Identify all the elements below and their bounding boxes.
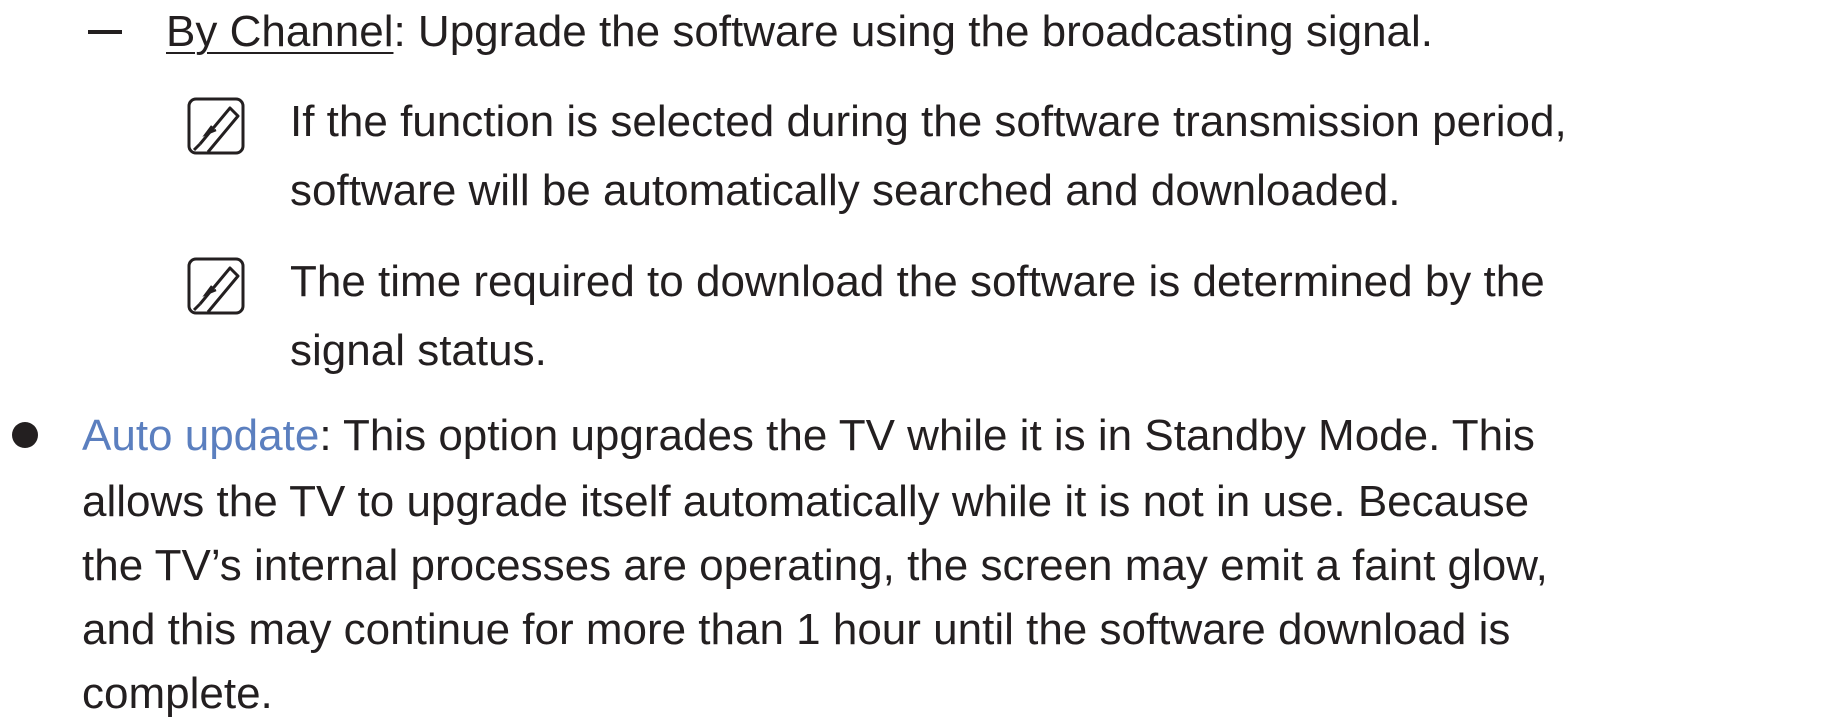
by-channel-term: By Channel: [166, 7, 394, 56]
note-icon: [187, 257, 245, 315]
note-2-line-2: signal status.: [290, 326, 547, 375]
auto-update-line-3: the TV’s internal processes are operatin…: [82, 541, 1548, 590]
by-channel-text: : Upgrade the software using the broadca…: [393, 7, 1434, 56]
note-1-line-1: If the function is selected during the s…: [290, 97, 1567, 146]
by-channel-line: By Channel: Upgrade the software using t…: [166, 10, 1433, 54]
auto-update-line-2: allows the TV to upgrade itself automati…: [82, 477, 1530, 526]
auto-update-line-4: and this may continue for more than 1 ho…: [82, 605, 1511, 654]
auto-update-term: Auto update: [82, 411, 320, 460]
dash-marker: [88, 30, 122, 34]
manual-page: By Channel: Upgrade the software using t…: [0, 0, 1842, 719]
auto-update-text-1: : This option upgrades the TV while it i…: [319, 411, 1535, 460]
note-2-line-1: The time required to download the softwa…: [290, 257, 1545, 306]
bullet-dot: [12, 422, 38, 448]
note-1-line-2: software will be automatically searched …: [290, 166, 1401, 215]
auto-update-line-1: Auto update: This option upgrades the TV…: [82, 414, 1535, 458]
note-icon: [187, 97, 245, 155]
auto-update-line-5: complete.: [82, 669, 273, 718]
